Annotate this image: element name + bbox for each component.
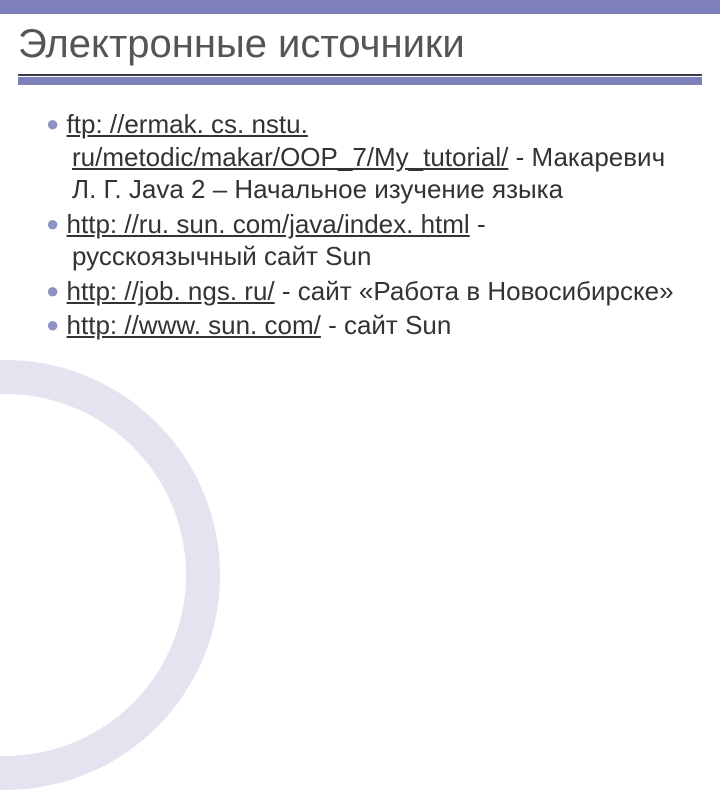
bullet-icon: ● [46, 278, 59, 303]
source-link[interactable]: http: //ru. sun. com/java/index. html [67, 209, 470, 239]
top-accent-band [0, 0, 720, 14]
source-link[interactable]: http: //job. ngs. ru/ [67, 276, 275, 306]
page-title: Электронные источники [18, 22, 702, 66]
bullet-icon: ● [46, 211, 59, 236]
list-item: ● ftp: //ermak. cs. nstu. ru/metodic/mak… [46, 108, 676, 206]
decorative-arc [0, 360, 220, 790]
list-item: ● http: //job. ngs. ru/ - сайт «Работа в… [46, 275, 676, 308]
source-desc: - сайт «Работа в Новосибирске» [275, 276, 674, 306]
slide: Электронные источники ● ftp: //ermak. cs… [0, 0, 720, 540]
title-underline [18, 74, 702, 85]
list-item: ● http: //www. sun. com/ - сайт Sun [46, 309, 676, 342]
bullet-icon: ● [46, 312, 59, 337]
source-link[interactable]: ftp: //ermak. cs. nstu. ru/metodic/makar… [67, 109, 509, 172]
list-item: ● http: //ru. sun. com/java/index. html … [46, 208, 676, 273]
bullet-icon: ● [46, 111, 59, 136]
source-desc: - сайт Sun [321, 310, 451, 340]
source-link[interactable]: http: //www. sun. com/ [67, 310, 321, 340]
content-area: ● ftp: //ermak. cs. nstu. ru/metodic/mak… [46, 108, 676, 344]
